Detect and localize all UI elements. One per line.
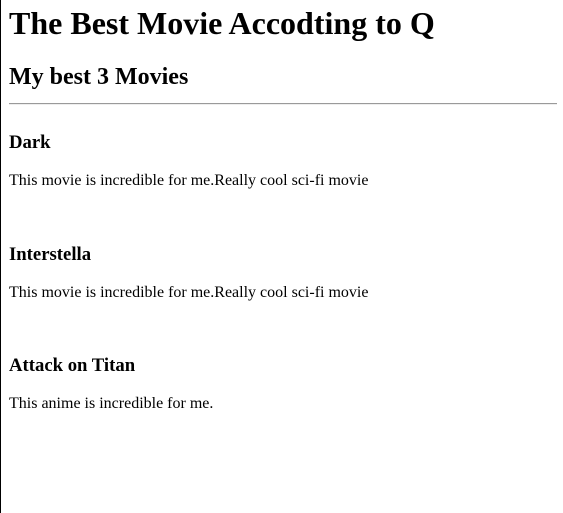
movie-item-attack-on-titan: Attack on Titan This anime is incredible… (9, 355, 557, 413)
movie-item-interstella: Interstella This movie is incredible for… (9, 244, 557, 302)
page-subtitle: My best 3 Movies (9, 64, 189, 90)
movie-title: Interstella (9, 244, 92, 265)
page-title: The Best Movie Accodting to Q (9, 5, 435, 41)
movie-title: Attack on Titan (9, 355, 136, 376)
movie-title: Dark (9, 132, 51, 153)
movie-item-dark: Dark This movie is incredible for me.Rea… (9, 132, 557, 190)
divider (9, 103, 557, 105)
movie-description: This movie is incredible for me.Really c… (9, 284, 369, 301)
movie-description: This anime is incredible for me. (9, 395, 214, 412)
movie-description: This movie is incredible for me.Really c… (9, 172, 369, 189)
